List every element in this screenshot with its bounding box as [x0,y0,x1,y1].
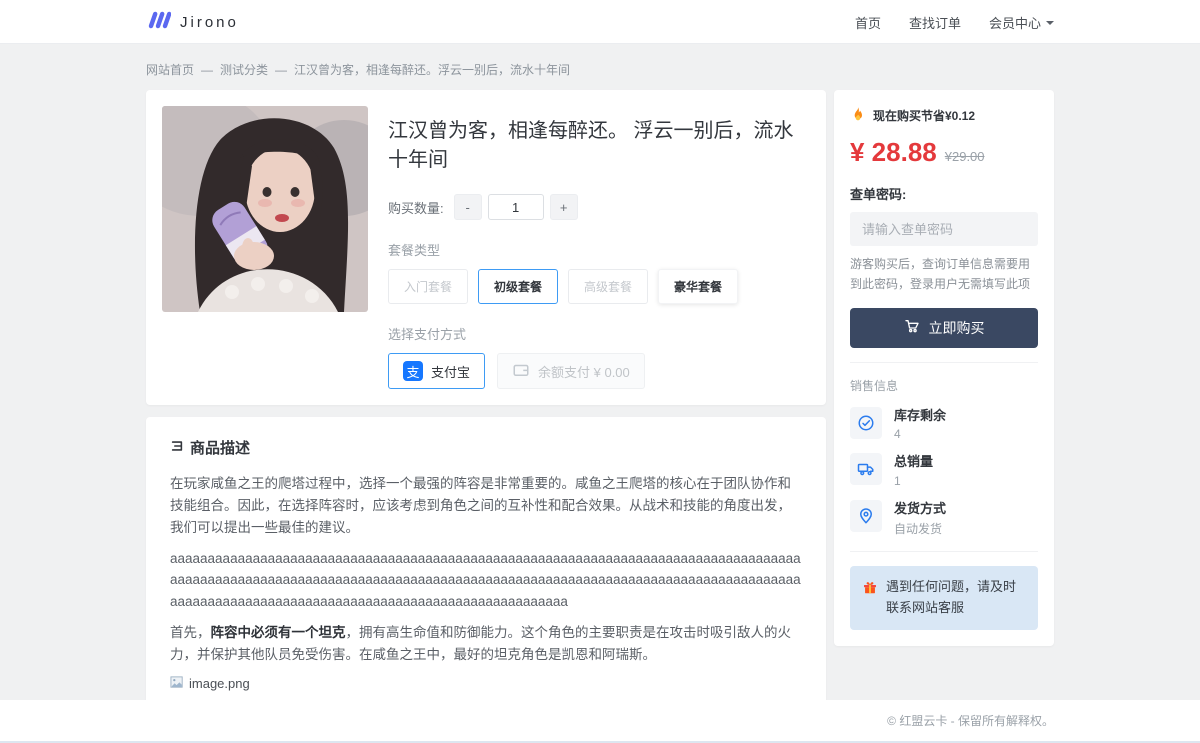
nav-find-order[interactable]: 查找订单 [909,13,961,32]
sales-item-total-sales: 总销量 1 [850,453,1038,488]
quantity-decrease-button[interactable]: - [454,194,482,220]
package-option-advanced[interactable]: 高级套餐 [568,269,648,304]
alipay-icon: 支 [403,361,423,381]
order-password-hint: 游客购买后，查询订单信息需要用到此密码，登录用户无需填写此项 [850,255,1038,295]
copyright-text: © 红盟云卡 - 保留所有解释权。 [887,712,1054,729]
total-sales-value: 1 [894,474,933,488]
buy-now-label: 立即购买 [929,318,985,338]
breadcrumb-separator: — [275,63,287,77]
package-option-deluxe[interactable]: 豪华套餐 [658,269,738,304]
cart-icon [904,318,920,337]
broken-image-icon [170,675,185,693]
product-image [162,106,368,312]
quantity-input[interactable] [488,194,544,220]
sales-item-stock: 库存剩余 4 [850,407,1038,442]
delivery-value: 自动发货 [894,520,946,537]
brand-name: Jirono [180,14,239,31]
package-option-basic[interactable]: 入门套餐 [388,269,468,304]
product-card: 江汉曾为客，相逢每醉还。 浮云一别后，流水十年间 购买数量: - + 套餐类型 … [146,90,826,405]
payment-balance-label: 余额支付 ¥ 0.00 [538,362,630,381]
buy-now-button[interactable]: 立即购买 [850,308,1038,348]
quantity-increase-button[interactable]: + [550,194,578,220]
delivery-label: 发货方式 [894,500,946,517]
page-footer: © 红盟云卡 - 保留所有解释权。 [0,700,1200,743]
description-icon [170,439,184,457]
payment-options: 支 支付宝 余额支付 ¥ 0.00 [388,353,810,389]
price-row: ¥ 28.88 ¥29.00 [850,137,1038,168]
gift-icon [862,577,878,619]
broken-image-placeholder: image.png [170,675,802,693]
savings-text: 现在购买节省¥0.12 [873,107,975,124]
nav-member-center[interactable]: 会员中心 [989,13,1054,32]
quantity-label: 购买数量: [388,198,444,217]
location-pin-icon [850,500,882,532]
description-card: 商品描述 在玩家咸鱼之王的爬塔过程中，选择一个最强的阵容是非常重要的。咸鱼之王爬… [146,417,826,743]
fire-icon [850,106,866,125]
sales-info-title: 销售信息 [850,377,1038,394]
chevron-down-icon [1046,21,1054,25]
description-paragraph: 首先，阵容中必须有一个坦克，拥有高生命值和防御能力。这个角色的主要职责是在攻击时… [170,622,802,666]
brand-logo[interactable]: Jirono [146,10,239,35]
nav-home[interactable]: 首页 [855,13,881,32]
breadcrumb-category[interactable]: 测试分类 [220,61,268,78]
broken-image-alt-text: image.png [189,676,250,691]
breadcrumb-home[interactable]: 网站首页 [146,61,194,78]
support-notice-text: 遇到任何问题，请及时联系网站客服 [886,577,1026,619]
order-password-label: 查单密码: [850,184,1038,203]
package-options: 入门套餐 初级套餐 高级套餐 豪华套餐 [388,269,810,304]
payment-option-alipay[interactable]: 支 支付宝 [388,353,485,389]
payment-alipay-label: 支付宝 [431,362,470,381]
brand-logo-icon [146,10,171,35]
package-option-beginner[interactable]: 初级套餐 [478,269,558,304]
divider [850,551,1038,552]
savings-row: 现在购买节省¥0.12 [850,106,1038,125]
payment-option-balance[interactable]: 余额支付 ¥ 0.00 [497,353,645,389]
truck-icon [850,453,882,485]
stock-value: 4 [894,427,946,441]
description-paragraph: aaaaaaaaaaaaaaaaaaaaaaaaaaaaaaaaaaaaaaaa… [170,548,802,614]
breadcrumb-separator: — [201,63,213,77]
price-original: ¥29.00 [945,149,985,164]
top-bar: Jirono 首页 查找订单 会员中心 [0,0,1200,44]
total-sales-label: 总销量 [894,453,933,470]
nav-member-label: 会员中心 [989,13,1041,32]
description-paragraph: 在玩家咸鱼之王的爬塔过程中，选择一个最强的阵容是非常重要的。咸鱼之王爬塔的核心在… [170,473,802,539]
payment-method-label: 选择支付方式 [388,324,810,343]
package-type-label: 套餐类型 [388,240,810,259]
breadcrumb-current: 江汉曾为客，相逢每醉还。浮云一别后，流水十年间 [294,61,570,78]
divider [850,362,1038,363]
product-title: 江汉曾为客，相逢每醉还。 浮云一别后，流水十年间 [388,114,810,172]
stock-label: 库存剩余 [894,407,946,424]
order-password-input[interactable] [850,212,1038,246]
description-title: 商品描述 [190,437,250,458]
check-circle-icon [850,407,882,439]
quantity-stepper: 购买数量: - + [388,194,810,220]
support-notice: 遇到任何问题，请及时联系网站客服 [850,566,1038,630]
sales-item-delivery: 发货方式 自动发货 [850,500,1038,538]
breadcrumb: 网站首页 — 测试分类 — 江汉曾为客，相逢每醉还。浮云一别后，流水十年间 [146,44,1054,90]
price-current: ¥ 28.88 [850,137,937,168]
wallet-icon [512,361,530,382]
purchase-panel: 现在购买节省¥0.12 ¥ 28.88 ¥29.00 查单密码: 游客购买后，查… [834,90,1054,646]
top-nav: 首页 查找订单 会员中心 [855,13,1054,32]
